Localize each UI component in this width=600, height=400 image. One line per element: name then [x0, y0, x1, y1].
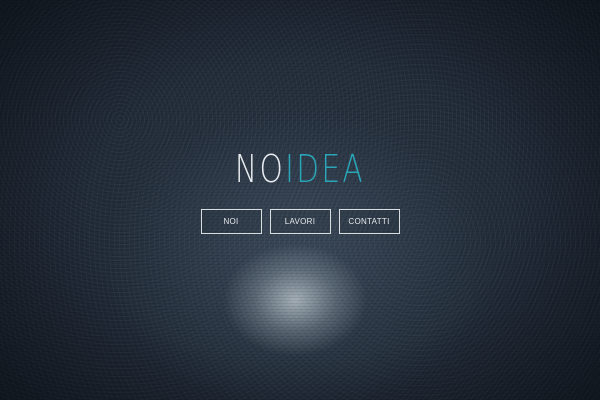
logo-text-no: NO	[234, 147, 286, 191]
logo-text-idea: IDEA	[285, 147, 366, 191]
main-nav: NOI LAVORI CONTATTI	[0, 209, 600, 234]
nav-button-lavori[interactable]: LAVORI	[269, 209, 331, 234]
hero-background: NOIDEA NOI LAVORI CONTATTI	[0, 0, 600, 400]
nav-button-contatti[interactable]: CONTATTI	[338, 209, 400, 234]
nav-button-noi[interactable]: NOI	[200, 209, 262, 234]
brand-logo: NOIDEA	[66, 146, 534, 192]
